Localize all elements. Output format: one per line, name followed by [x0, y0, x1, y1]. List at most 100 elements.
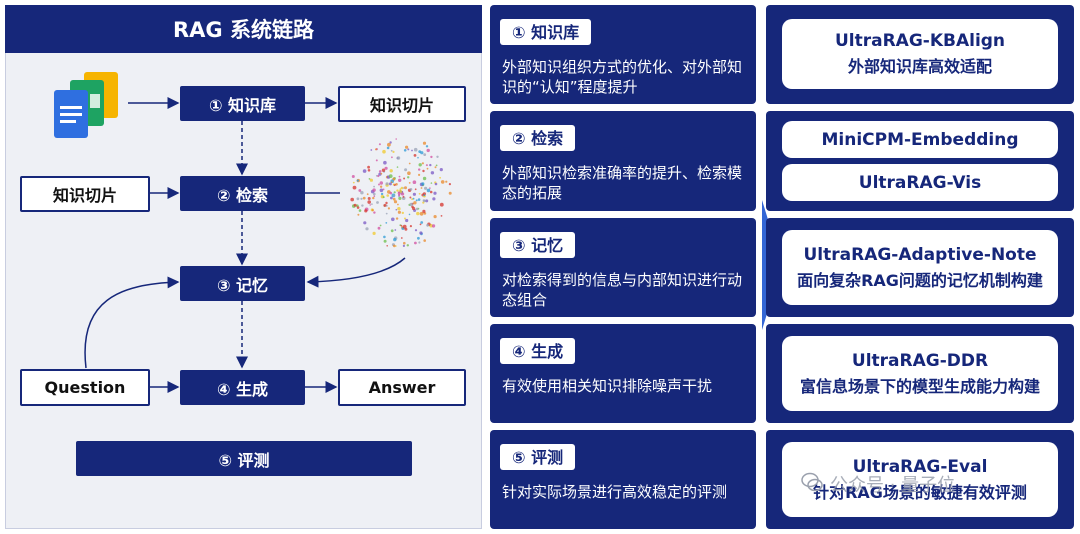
cloud-point	[373, 185, 375, 188]
cloud-point	[413, 201, 417, 205]
middle-card-label: ② 检索	[500, 125, 576, 151]
cloud-point	[367, 165, 370, 169]
cloud-point	[440, 180, 445, 184]
knowledge-chunks-input: 知识切片	[20, 176, 150, 212]
cloud-point	[392, 197, 396, 201]
cloud-point	[434, 166, 437, 169]
cloud-point	[379, 181, 383, 185]
cloud-point	[435, 164, 438, 167]
step-memory: ③ 记忆	[180, 266, 305, 301]
cloud-point	[422, 199, 425, 202]
cloud-point	[414, 229, 418, 232]
cloud-point	[408, 162, 411, 165]
cloud-point	[393, 237, 397, 242]
cloud-point	[389, 191, 393, 195]
cloud-point	[378, 143, 381, 146]
cloud-point	[420, 187, 423, 189]
cloud-point	[369, 204, 371, 206]
cloud-point	[439, 176, 441, 179]
cloud-point	[357, 213, 360, 216]
vis-title: UltraRAG-Vis	[858, 172, 982, 193]
cloud-point	[376, 201, 379, 204]
cloud-point	[417, 198, 421, 201]
cloud-point	[429, 187, 431, 189]
cloud-point	[414, 188, 417, 191]
cloud-point	[352, 185, 357, 190]
cloud-point	[425, 145, 429, 148]
cloud-point	[406, 244, 409, 247]
cloud-point	[415, 207, 419, 211]
cloud-point	[356, 206, 360, 209]
cloud-point	[383, 239, 387, 243]
cloud-point	[430, 155, 433, 159]
cloud-point	[404, 186, 407, 190]
cloud-point	[419, 223, 422, 226]
cloud-point	[375, 159, 378, 162]
cloud-point	[390, 181, 393, 183]
cloud-point	[386, 245, 388, 247]
cloud-point	[405, 145, 409, 149]
cloud-point	[385, 212, 388, 215]
cloud-point	[417, 156, 419, 159]
ddr-title: UltraRAG-DDR	[851, 350, 989, 371]
cloud-point	[425, 164, 428, 167]
cloud-point	[360, 197, 363, 200]
cloud-point	[426, 188, 431, 193]
cloud-point	[358, 209, 362, 212]
cloud-point	[389, 169, 393, 173]
cloud-point	[371, 203, 373, 205]
middle-card-retrieve: ② 检索 外部知识检索准确率的提升、检索模态的拓展	[490, 111, 756, 211]
cloud-point	[412, 197, 415, 200]
cloud-point	[387, 207, 390, 210]
middle-card-memory: ③ 记忆 对检索得到的信息与内部知识进行动态组合	[490, 218, 756, 317]
cloud-point	[393, 191, 396, 194]
cloud-point	[393, 244, 396, 248]
cloud-point	[418, 192, 421, 195]
cloud-point	[395, 208, 398, 211]
cloud-point	[409, 202, 413, 207]
cloud-point	[372, 196, 375, 200]
cloud-point	[445, 180, 448, 183]
cloud-point	[431, 224, 436, 228]
kbalign-title: UltraRAG-KBAlign	[834, 31, 1006, 51]
adaptive-subtitle: 面向复杂RAG问题的记忆机制构建	[797, 270, 1043, 290]
cloud-point	[439, 202, 444, 207]
cloud-point	[378, 170, 382, 173]
ddr-box: UltraRAG-DDR 富信息场景下的模型生成能力构建	[782, 336, 1058, 411]
right-card-adaptive: UltraRAG-Adaptive-Note 面向复杂RAG问题的记忆机制构建	[766, 218, 1074, 317]
kbalign-box: UltraRAG-KBAlign 外部知识库高效适配	[782, 19, 1058, 89]
cloud-point	[433, 191, 437, 195]
cloud-point	[379, 224, 382, 227]
middle-card-label: ③ 记忆	[500, 232, 576, 258]
cloud-point	[350, 197, 354, 202]
cloud-point	[385, 201, 388, 205]
cloud-point	[402, 224, 407, 229]
cloud-point	[439, 168, 443, 172]
wechat-icon	[801, 472, 823, 492]
cloud-point	[379, 188, 384, 193]
cloud-point	[385, 222, 388, 224]
cloud-point	[407, 148, 410, 151]
cloud-point	[411, 149, 413, 152]
cloud-point	[381, 168, 386, 172]
cloud-point	[420, 221, 424, 224]
cloud-point	[407, 171, 411, 175]
middle-card-desc: 外部知识组织方式的优化、对外部知识的“认知”程度提升	[502, 58, 743, 96]
cloud-point	[398, 178, 402, 182]
middle-card-desc: 针对实际场景进行高效稳定的评测	[502, 483, 728, 501]
step-evaluation: ⑤ 评测	[76, 441, 412, 476]
middle-card-label: ④ 生成	[500, 338, 576, 364]
cloud-point	[436, 155, 439, 158]
cloud-point	[421, 182, 425, 186]
cloud-point	[361, 204, 364, 207]
knowledge-chunks-output: 知识切片	[338, 86, 466, 122]
middle-card-evaluate: ⑤ 评测 针对实际场景进行高效稳定的评测	[490, 430, 756, 529]
cloud-point	[433, 215, 437, 219]
cloud-point	[404, 217, 406, 220]
cloud-point	[375, 174, 378, 177]
cloud-point	[386, 146, 390, 150]
right-card-ddr: UltraRAG-DDR 富信息场景下的模型生成能力构建	[766, 324, 1074, 423]
answer-box: Answer	[338, 369, 466, 406]
cloud-point	[396, 156, 401, 160]
cloud-point	[367, 197, 371, 200]
